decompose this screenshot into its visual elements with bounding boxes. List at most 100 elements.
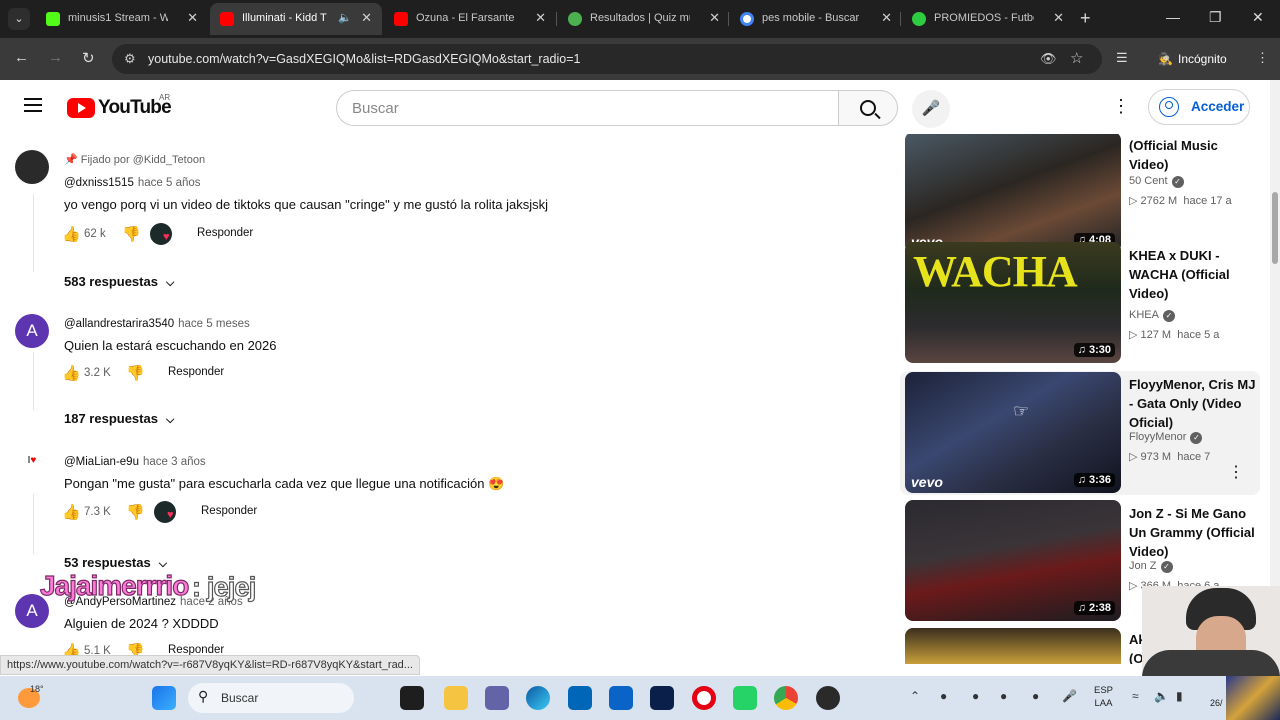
avatar[interactable] (15, 150, 49, 184)
like-icon[interactable]: 👍 (62, 503, 81, 521)
incognito-indicator[interactable]: 🕵 Incógnito (1150, 46, 1238, 72)
tray-app-icon[interactable]: ● (940, 689, 947, 703)
battery-icon[interactable]: ▮ (1176, 689, 1183, 703)
dislike-icon[interactable]: 👎 (126, 503, 145, 521)
tab-close-icon[interactable]: ✕ (1053, 10, 1064, 26)
settings-kebab-icon[interactable]: ⋮ (1112, 96, 1130, 117)
video-title[interactable]: Jon Z - Si Me Gano Un Grammy (Official V… (1129, 504, 1259, 561)
tab-search-button[interactable]: ⌄ (8, 8, 30, 30)
language-indicator[interactable]: ESP LAA (1094, 684, 1113, 710)
tab-google-search[interactable]: pes mobile - Buscar c ✕ (730, 3, 902, 35)
chrome-icon[interactable] (774, 686, 798, 710)
edge-icon[interactable] (526, 686, 550, 710)
outlook-icon[interactable] (609, 686, 633, 710)
restore-icon[interactable]: ❐ (1209, 9, 1222, 26)
signin-button[interactable]: Acceder (1148, 89, 1250, 125)
dislike-icon[interactable]: 👎 (122, 225, 141, 243)
scrollbar-thumb[interactable] (1272, 192, 1278, 264)
tray-app-icon[interactable]: ● (1000, 689, 1007, 703)
tab-minusis1-stream[interactable]: minusis1 Stream - W ✕ (36, 3, 208, 35)
video-thumbnail[interactable] (905, 628, 1121, 664)
view-replies-button[interactable]: 187 respuestas ⌵ (64, 411, 174, 427)
tab-close-icon[interactable]: ✕ (535, 10, 546, 26)
related-video-item[interactable]: vevo ♫ 4:08 (Official Music Video) 50 Ce… (900, 134, 1260, 254)
video-options-kebab-icon[interactable]: ⋮ (1228, 462, 1244, 482)
like-icon[interactable]: 👍 (62, 225, 81, 243)
tray-app-icon[interactable]: ● (972, 689, 979, 703)
reply-button[interactable]: Responder (197, 227, 253, 239)
avatar[interactable]: I♥ (15, 454, 49, 488)
browser-menu-icon[interactable]: ⋮ (1256, 50, 1269, 66)
address-bar[interactable]: ⚙ youtube.com/watch?v=GasdXEGIQMo&list=R… (112, 44, 1102, 74)
notification-avatar[interactable] (1226, 676, 1280, 720)
video-thumbnail[interactable]: WACHA ♫ 3:30 (905, 242, 1121, 363)
task-view-icon[interactable] (400, 686, 424, 710)
shirt-shape (1142, 650, 1280, 678)
tab-ozuna[interactable]: Ozuna - El Farsante ( ✕ (384, 3, 556, 35)
avatar[interactable]: A (15, 314, 49, 348)
tray-chevron-icon[interactable]: ⌃ (910, 689, 920, 703)
like-icon[interactable]: 👍 (62, 364, 81, 382)
guide-menu-icon[interactable] (24, 98, 42, 112)
minimize-icon[interactable]: — (1166, 9, 1180, 25)
search-input[interactable]: Buscar (336, 90, 838, 126)
tray-app-icon[interactable]: ● (1032, 689, 1039, 703)
channel-name[interactable]: Jon Z ✓ (1129, 560, 1173, 573)
windows-start-icon[interactable] (152, 686, 176, 710)
disney-plus-icon[interactable] (650, 686, 674, 710)
bookmark-star-icon[interactable]: ☆ (1070, 49, 1083, 67)
video-title[interactable]: FloyyMenor, Cris MJ - Gata Only (Video O… (1129, 375, 1259, 432)
page-scrollbar[interactable] (1270, 80, 1280, 664)
tab-close-icon[interactable]: ✕ (361, 10, 372, 26)
store-icon[interactable] (568, 686, 592, 710)
like-count: 3.2 K (84, 367, 111, 379)
media-controls-icon[interactable]: ☰ (1116, 50, 1128, 66)
dislike-icon[interactable]: 👎 (126, 364, 145, 382)
incognito-icon: 🕵 (1158, 52, 1173, 66)
view-replies-button[interactable]: 583 respuestas ⌵ (64, 274, 174, 290)
wifi-icon[interactable]: ≈ (1132, 689, 1139, 703)
file-explorer-icon[interactable] (444, 686, 468, 710)
forward-arrow-icon[interactable]: → (48, 49, 63, 66)
video-thumbnail[interactable]: vevo ♫ 3:36 (905, 372, 1121, 493)
tab-close-icon[interactable]: ✕ (187, 10, 198, 26)
reply-button[interactable]: Responder (201, 505, 257, 517)
site-info-icon[interactable]: ⚙ (124, 51, 136, 67)
microphone-icon[interactable]: 🎤 (1062, 689, 1077, 703)
taskbar-search[interactable]: ⚲ Buscar (188, 683, 354, 713)
channel-name[interactable]: FloyyMenor ✓ (1129, 431, 1203, 444)
volume-icon[interactable]: 🔈 (1154, 689, 1169, 703)
video-title[interactable]: (Official Music Video) (1129, 136, 1259, 174)
channel-name[interactable]: 50 Cent ✓ (1129, 175, 1184, 188)
tab-quiz[interactable]: Resultados | Quiz mu ✕ (558, 3, 730, 35)
tab-close-icon[interactable]: ✕ (881, 10, 892, 26)
related-video-item[interactable]: WACHA ♫ 3:30 KHEA x DUKI - WACHA (Offici… (900, 242, 1260, 364)
speaker-icon[interactable]: 🔈 (338, 11, 352, 24)
whatsapp-icon[interactable] (733, 686, 757, 710)
incognito-chrome-icon[interactable] (816, 686, 840, 710)
voice-search-mic-icon[interactable]: 🎤 (912, 90, 950, 128)
search-button[interactable] (838, 90, 898, 126)
related-video-item[interactable]: vevo ♫ 3:36 FloyyMenor, Cris MJ - Gata O… (900, 371, 1260, 495)
video-thumbnail[interactable]: ♫ 2:38 (905, 500, 1121, 621)
back-arrow-icon[interactable]: ← (14, 49, 29, 66)
reload-icon[interactable]: ↻ (82, 49, 95, 67)
new-tab-plus-icon[interactable]: + (1080, 8, 1091, 29)
comment-actions: 👍 7.3 K 👎 Responder (62, 501, 382, 525)
close-window-icon[interactable]: ✕ (1252, 9, 1264, 26)
comment-author[interactable]: @dxniss1515 hace 5 años (64, 177, 201, 189)
opera-icon[interactable] (692, 686, 716, 710)
view-replies-button[interactable]: 53 respuestas ⌵ (64, 555, 167, 571)
clock[interactable]: 26/ (1210, 698, 1223, 708)
teams-icon[interactable] (485, 686, 509, 710)
tab-illuminati[interactable]: Illuminati - Kidd T 🔈 ✕ (210, 3, 382, 35)
video-title[interactable]: KHEA x DUKI - WACHA (Official Video) (1129, 246, 1259, 303)
comment-author[interactable]: @allandrestarira3540 hace 5 meses (64, 318, 250, 330)
comment-author[interactable]: @MiaLian-e9u hace 3 años (64, 456, 206, 468)
tab-close-icon[interactable]: ✕ (709, 10, 720, 26)
reply-button[interactable]: Responder (168, 366, 224, 378)
tracking-eye-off-icon[interactable]: 👁 (1040, 51, 1057, 67)
channel-name[interactable]: KHEA ✓ (1129, 309, 1175, 322)
video-thumbnail[interactable]: vevo ♫ 4:08 (905, 134, 1121, 253)
tab-promiedos[interactable]: PROMIEDOS - Futbol ✕ (902, 3, 1074, 35)
